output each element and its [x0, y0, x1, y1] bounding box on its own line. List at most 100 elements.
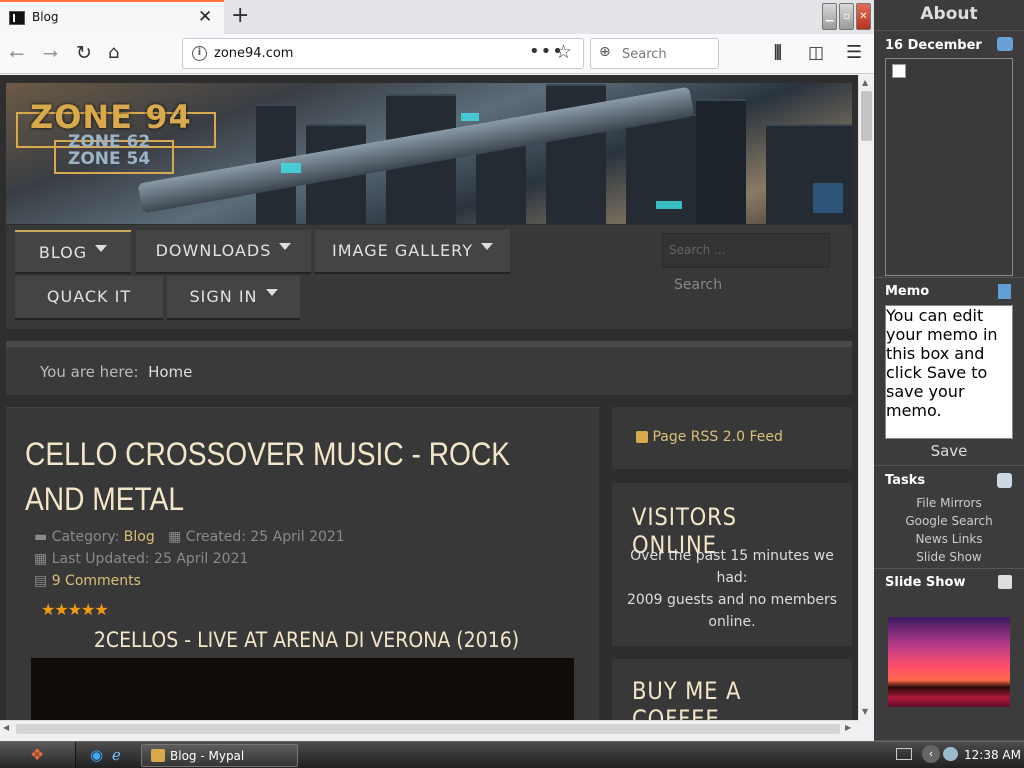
site-banner: ZONE 94 ZONE 62 ZONE 54	[6, 83, 852, 224]
tab-strip: Blog ✕ + ▁ ▫ ✕	[0, 0, 874, 34]
memo-textarea[interactable]: You can edit your memo in this box and c…	[885, 305, 1013, 439]
search-engine-icon: ⊕	[599, 44, 611, 60]
keyboard-tray-icon[interactable]	[896, 748, 912, 760]
network-tray-icon[interactable]	[943, 747, 958, 761]
menu-item-downloads[interactable]: DOWNLOADS	[136, 230, 311, 274]
scroll-thumb-horizontal[interactable]	[16, 724, 840, 734]
site-search-button[interactable]: Search	[662, 273, 830, 301]
comments-link[interactable]: 9 Comments	[52, 573, 141, 589]
scroll-left-icon[interactable]: ◀	[3, 723, 9, 732]
sidebar-toggle-icon[interactable]: ◫	[808, 42, 824, 64]
taskbar-window-blog-mypal[interactable]: Blog - Mypal	[141, 744, 298, 767]
back-icon[interactable]: ⭠	[9, 42, 24, 64]
article-title[interactable]: CELLO CROSSOVER MUSIC - ROCK AND METAL	[25, 432, 518, 522]
video-player[interactable]	[31, 658, 574, 720]
info-icon[interactable]: i	[192, 46, 207, 61]
browser-window: Blog ✕ + ▁ ▫ ✕ ⭠ ⭢ ↻ ⌂ i zone94.com ••• …	[0, 0, 874, 741]
scroll-up-icon[interactable]: ▲	[862, 78, 868, 87]
library-icon[interactable]: ⫼	[774, 42, 782, 64]
tab-blog[interactable]: Blog ✕	[0, 0, 224, 34]
horizontal-scrollbar[interactable]: ◀ ▶	[0, 720, 858, 737]
slideshow-image[interactable]	[888, 617, 1010, 707]
sidebar-title: About	[920, 4, 978, 24]
clock[interactable]: 12:38 AM	[964, 748, 1021, 762]
site-favicon-icon	[9, 11, 25, 25]
rss-link[interactable]: Page RSS 2.0 Feed	[636, 429, 783, 445]
rss-label: Page RSS 2.0 Feed	[652, 429, 783, 445]
bookmark-star-icon[interactable]: ☆	[555, 41, 572, 63]
menu-item-sign-in[interactable]: SIGN IN	[167, 276, 300, 320]
folder-icon: ▬	[34, 529, 48, 545]
site-search-input[interactable]: Search ...	[662, 233, 830, 268]
menu-item-label: IMAGE GALLERY	[332, 241, 473, 260]
comments-icon: ▤	[34, 573, 48, 589]
slideshow-gadget-icon[interactable]	[998, 575, 1012, 589]
vertical-scrollbar[interactable]: ▲ ▼	[858, 75, 874, 720]
main-menu: BLOG DOWNLOADS IMAGE GALLERY QUACK IT SI…	[6, 225, 852, 329]
memo-gadget-icon[interactable]	[998, 284, 1011, 299]
slideshow-title: Slide Show	[885, 575, 966, 590]
article-comments: ▤ 9 Comments	[34, 573, 141, 589]
neon-light	[281, 163, 301, 173]
category-link[interactable]: Blog	[124, 529, 155, 545]
menu-item-image-gallery[interactable]: IMAGE GALLERY	[315, 230, 510, 274]
video-title: 2CELLOS - LIVE AT ARENA DI VERONA (2016)	[93, 628, 520, 652]
star-rating[interactable]: ★★★★★	[41, 600, 109, 619]
start-button[interactable]: ❖	[0, 742, 76, 768]
task-news-links[interactable]: News Links	[874, 530, 1024, 548]
article: CELLO CROSSOVER MUSIC - ROCK AND METAL ▬…	[6, 407, 599, 720]
menu-item-blog[interactable]: BLOG	[15, 230, 131, 274]
browser-search-field[interactable]: ⊕ Search	[590, 38, 719, 69]
scroll-thumb[interactable]	[861, 91, 872, 141]
coffee-title: BUY ME A COFFEE	[632, 677, 742, 720]
calendar-gadget-icon[interactable]	[997, 37, 1013, 51]
tab-title: Blog	[32, 10, 59, 24]
calendar-panel	[885, 58, 1013, 276]
scroll-down-icon[interactable]: ▼	[862, 707, 868, 716]
mypal-app-icon	[151, 749, 165, 762]
coffee-module: BUY ME A COFFEE	[612, 659, 852, 720]
tray-expand-icon[interactable]: ‹	[922, 745, 940, 763]
reload-icon[interactable]: ↻	[76, 42, 92, 64]
web-page: ZONE 94 ZONE 62 ZONE 54 BLOG DOWNLOADS I…	[0, 75, 858, 720]
logo-sub2: ZONE 54	[68, 149, 151, 169]
menu-item-label: SIGN IN	[189, 287, 258, 306]
url-bar[interactable]: i zone94.com ••• ☆	[182, 38, 584, 69]
tasks-list: File Mirrors Google Search News Links Sl…	[874, 494, 1024, 566]
maximize-button[interactable]: ▫	[839, 3, 854, 30]
menu-item-quack-it[interactable]: QUACK IT	[15, 276, 163, 320]
memo-save-button[interactable]: Save	[874, 442, 1024, 460]
menu-item-label: QUACK IT	[46, 287, 132, 306]
tasks-gadget-icon[interactable]	[997, 473, 1012, 488]
windows-logo-icon: ❖	[30, 745, 45, 764]
navigation-toolbar: ⭠ ⭢ ↻ ⌂ i zone94.com ••• ☆ ⊕ Search ⫼ ◫ …	[0, 34, 874, 74]
memo-title: Memo	[885, 284, 930, 299]
task-slide-show[interactable]: Slide Show	[874, 548, 1024, 566]
site-logo[interactable]: ZONE 94 ZONE 62 ZONE 54	[16, 98, 216, 174]
close-window-button[interactable]: ✕	[856, 3, 871, 30]
chevron-down-icon	[480, 243, 493, 250]
breadcrumb-prefix: You are here:	[40, 363, 139, 381]
task-file-mirrors[interactable]: File Mirrors	[874, 494, 1024, 512]
created-date: Created: 25 April 2021	[185, 529, 345, 545]
scroll-right-icon[interactable]: ▶	[845, 723, 851, 732]
browser-launch-icon[interactable]: ◉	[90, 746, 106, 764]
rss-module: Page RSS 2.0 Feed	[612, 407, 852, 469]
menu-item-label: BLOG	[38, 243, 88, 262]
rss-icon	[636, 431, 648, 443]
breadcrumb-home[interactable]: Home	[148, 363, 192, 381]
minimize-button[interactable]: ▁	[822, 3, 837, 30]
desktop-sidebar: About 16 December Memo You can edit your…	[874, 0, 1024, 741]
search-placeholder: Search	[622, 47, 667, 62]
chevron-down-icon	[279, 243, 292, 250]
close-tab-icon[interactable]: ✕	[198, 7, 212, 27]
task-google-search[interactable]: Google Search	[874, 512, 1024, 530]
ie-launch-icon[interactable]: ℯ	[112, 746, 128, 764]
skyline-building	[696, 99, 746, 224]
home-icon[interactable]: ⌂	[108, 42, 119, 64]
forward-icon[interactable]: ⭢	[43, 42, 58, 64]
menu-item-label: DOWNLOADS	[155, 241, 272, 260]
menu-hamburger-icon[interactable]: ☰	[846, 42, 862, 64]
article-category: ▬ Category: Blog ▦ Created: 25 April 202…	[34, 529, 345, 545]
new-tab-icon[interactable]: +	[231, 3, 249, 28]
